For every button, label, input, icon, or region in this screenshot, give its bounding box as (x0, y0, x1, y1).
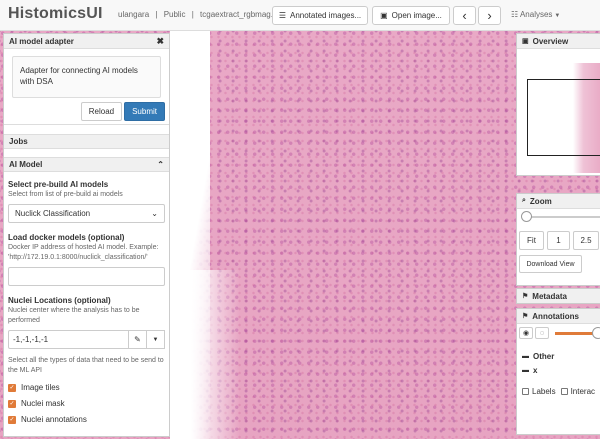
checkbox-checked-icon[interactable]: ✓ (8, 415, 16, 424)
breadcrumb: ulangara | Public | tcgaextract_rgbmag.t… (118, 10, 285, 19)
zoom-2-5x-button[interactable]: 2.5 (573, 231, 599, 250)
caret-down-icon[interactable]: ▼ (147, 330, 165, 349)
zoom-fit-button[interactable]: Fit (519, 231, 544, 250)
jobs-section-title: Jobs (9, 137, 28, 146)
overview-viewport-rect[interactable] (527, 79, 600, 156)
zoom-slider-thumb[interactable] (521, 211, 532, 222)
analyses-menu[interactable]: ☷ Analyses ▼ (511, 10, 560, 19)
nuclei-mask-checkbox[interactable]: ✓ Nuclei mask (8, 399, 165, 408)
nuclei-help: Nuclei center where the analysis has to … (8, 307, 140, 324)
breadcrumb-file[interactable]: tcgaextract_rgbmag.tiff (200, 10, 281, 19)
search-icon: ⌕ (522, 197, 526, 204)
opacity-slider-thumb[interactable] (592, 327, 600, 339)
folder-icon: ▬ (522, 353, 529, 360)
slide-background-lower (170, 270, 240, 439)
annotation-options: Labels Interac (522, 387, 595, 396)
chevron-down-icon: ⌄ (151, 209, 158, 218)
interactive-checkbox-label: Interac (570, 387, 596, 396)
ai-model-section-title: AI Model (9, 160, 43, 169)
jobs-section-header[interactable]: Jobs (4, 134, 169, 149)
ai-model-form: Select pre-build AI models Select from l… (4, 172, 169, 428)
previous-image-button[interactable]: ‹ (453, 6, 476, 25)
zoom-slider[interactable] (521, 211, 600, 223)
annotations-panel: ⚑ Annotations ◉ ◌ ▬ Other ▬ x Labels Int… (516, 308, 600, 435)
reload-button[interactable]: Reload (80, 102, 123, 121)
zoom-slider-track (525, 216, 600, 218)
metadata-panel: ⚑ Metadata (516, 288, 600, 304)
overview-thumbnail[interactable] (521, 55, 600, 173)
breadcrumb-separator: | (191, 10, 194, 19)
annotation-tools: ◉ ◌ (519, 327, 551, 339)
folder-icon: ▬ (522, 367, 529, 374)
zoom-header[interactable]: ⌕ Zoom (517, 194, 600, 209)
tags-icon: ⚑ (522, 313, 529, 320)
chevron-up-icon[interactable]: ⌃ (157, 160, 164, 169)
data-types-help: Select all the types of data that need t… (8, 357, 164, 374)
caret-down-icon: ▼ (554, 13, 561, 19)
ai-model-section-header[interactable]: AI Model ⌃ (4, 157, 169, 172)
annotated-images-button[interactable]: ☰ Annotated images... (272, 6, 368, 25)
chevron-right-icon: › (487, 8, 492, 23)
jobs-body (4, 149, 169, 157)
adapter-actions: Reload Submit (4, 102, 169, 124)
annotation-group-other[interactable]: ▬ Other (522, 352, 554, 361)
overview-header[interactable]: ▣ Overview (517, 34, 600, 49)
submit-button[interactable]: Submit (124, 102, 165, 121)
adapter-description: Adapter for connecting AI models with DS… (12, 56, 161, 98)
zoom-buttons: Fit 1 2.5 (519, 231, 600, 250)
metadata-header[interactable]: ⚑ Metadata (517, 289, 600, 303)
next-image-button[interactable]: › (478, 6, 501, 25)
adapter-panel-title: AI model adapter (9, 36, 74, 46)
adapter-panel-header[interactable]: AI model adapter ✖ (4, 34, 169, 49)
labels-checkbox[interactable] (522, 388, 529, 395)
annotation-group-x[interactable]: ▬ x (522, 366, 537, 375)
docker-label: Load docker models (optional) (8, 233, 125, 242)
annotations-header[interactable]: ⚑ Annotations (517, 309, 600, 324)
docker-url-input[interactable] (8, 267, 165, 286)
checkbox-checked-icon[interactable]: ✓ (8, 399, 16, 408)
breadcrumb-collection[interactable]: Public (164, 10, 186, 19)
tags-icon: ⚑ (522, 293, 529, 300)
zoom-panel: ⌕ Zoom Fit 1 2.5 Download View (516, 193, 600, 286)
open-image-button[interactable]: ▣ Open image... (372, 6, 450, 25)
prebuild-help: Select from list of pre-build ai models (8, 191, 123, 198)
zoom-1x-button[interactable]: 1 (547, 231, 570, 250)
docker-help: Docker IP address of hosted AI model. Ex… (8, 244, 159, 261)
labels-checkbox-label: Labels (532, 387, 556, 396)
checkbox-checked-icon[interactable]: ✓ (8, 383, 16, 392)
nuclei-input-group: -1,-1,-1,-1 ✎ ▼ (8, 330, 165, 349)
eye-icon[interactable]: ◉ (519, 327, 533, 339)
chevron-left-icon: ‹ (462, 8, 467, 23)
tasks-icon: ☷ (511, 10, 519, 19)
app-brand[interactable]: HistomicsUI (8, 5, 103, 23)
image-tiles-checkbox[interactable]: ✓ Image tiles (8, 383, 165, 392)
breadcrumb-user[interactable]: ulangara (118, 10, 149, 19)
close-icon[interactable]: ✖ (156, 36, 164, 47)
list-icon: ☰ (278, 11, 286, 20)
prebuild-model-select[interactable]: Nuclick Classification ⌄ (8, 204, 165, 223)
left-panel: AI model adapter ✖ Adapter for connectin… (3, 33, 170, 437)
nuclei-locations-input[interactable]: -1,-1,-1,-1 (8, 330, 129, 349)
image-icon: ▣ (522, 38, 529, 45)
eye-slash-icon[interactable]: ◌ (535, 327, 549, 339)
panel-divider (4, 124, 169, 134)
pencil-icon[interactable]: ✎ (129, 330, 147, 349)
nuclei-annotations-checkbox[interactable]: ✓ Nuclei annotations (8, 415, 165, 424)
overview-panel: ▣ Overview (516, 33, 600, 176)
breadcrumb-separator: | (155, 10, 158, 19)
image-icon: ▣ (380, 11, 388, 20)
download-view-button[interactable]: Download View (519, 255, 582, 273)
prebuild-label: Select pre-build AI models (8, 180, 109, 189)
nuclei-label: Nuclei Locations (optional) (8, 296, 111, 305)
top-navbar: HistomicsUI ulangara | Public | tcgaextr… (0, 0, 600, 31)
interactive-checkbox[interactable] (560, 388, 568, 395)
